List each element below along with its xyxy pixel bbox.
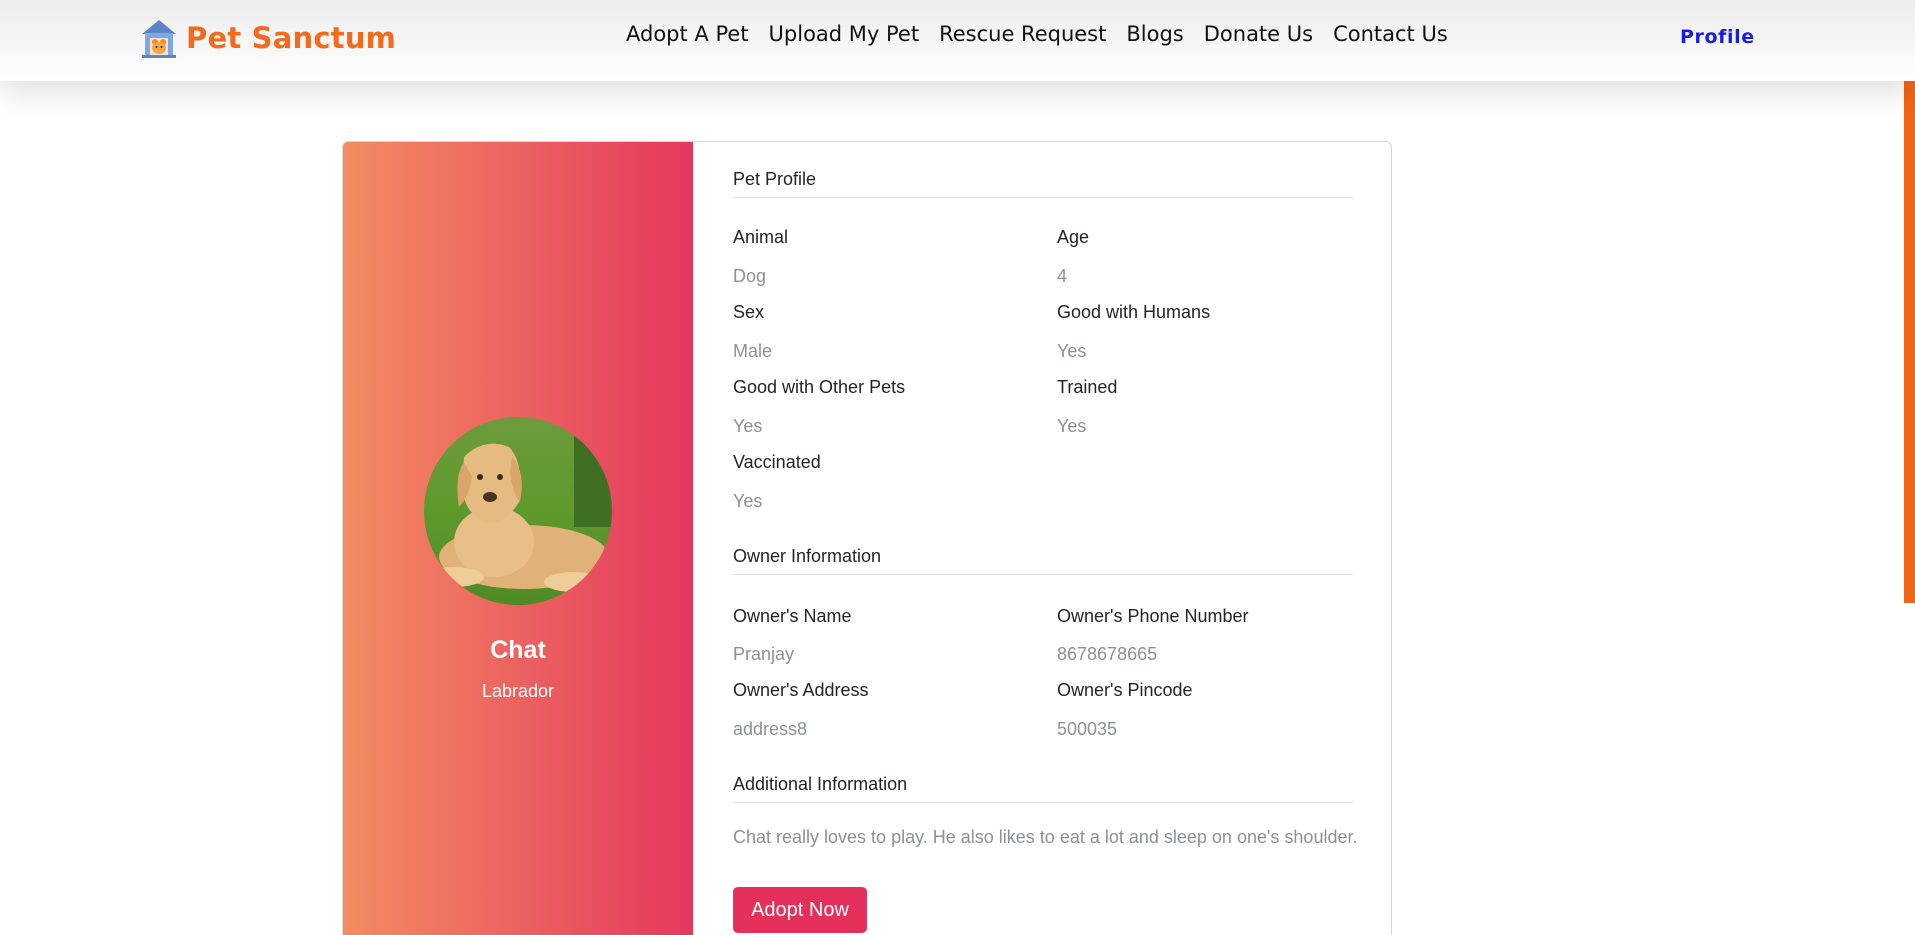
age-label: Age: [1057, 227, 1090, 247]
owner-information-heading: Owner Information: [733, 546, 1353, 575]
trained-label: Trained: [1057, 377, 1118, 397]
owner-pincode-label: Owner's Pincode: [1057, 680, 1193, 700]
owner-address-value: address8: [733, 719, 808, 739]
navbar: Pet Sanctum Adopt A Pet Upload My Pet Re…: [0, 0, 1915, 81]
additional-information-text: Chat really loves to play. He also likes…: [733, 827, 1358, 847]
owner-name-value: Pranjay: [733, 644, 795, 664]
pet-profile-heading: Pet Profile: [733, 169, 1353, 198]
owner-address-label: Owner's Address: [733, 680, 869, 700]
owner-phone-value: 8678678665: [1057, 644, 1158, 664]
good-with-other-pets-label: Good with Other Pets: [733, 377, 906, 397]
pet-name: Chat: [490, 636, 546, 664]
pet-profile-card: Chat Labrador Pet Profile Animal Dog Age…: [342, 141, 1392, 935]
good-with-humans-label: Good with Humans: [1057, 302, 1211, 322]
vaccinated-value: Yes: [733, 491, 763, 511]
pet-house-logo-icon: [142, 20, 176, 58]
owner-pincode-value: 500035: [1057, 719, 1118, 739]
pet-breed: Labrador: [481, 681, 555, 701]
good-with-other-pets-value: Yes: [733, 416, 763, 436]
nav-adopt-a-pet[interactable]: Adopt A Pet: [626, 22, 749, 46]
brand-name: Pet Sanctum: [186, 21, 397, 55]
nav-donate-us[interactable]: Donate Us: [1204, 22, 1313, 46]
nav-links: Adopt A Pet Upload My Pet Rescue Request…: [626, 22, 1468, 46]
nav-upload-my-pet[interactable]: Upload My Pet: [769, 22, 920, 46]
sex-value: Male: [733, 341, 773, 361]
pet-avatar: [424, 417, 612, 605]
good-with-humans-value: Yes: [1057, 341, 1087, 361]
nav-rescue-request[interactable]: Rescue Request: [939, 22, 1106, 46]
additional-information-heading: Additional Information: [733, 774, 1353, 803]
dog-photo: [424, 417, 612, 605]
trained-value: Yes: [1057, 416, 1087, 436]
animal-value: Dog: [733, 266, 767, 286]
brand-link[interactable]: Pet Sanctum: [140, 18, 396, 58]
age-value: 4: [1057, 266, 1068, 286]
owner-name-label: Owner's Name: [733, 606, 852, 626]
owner-phone-label: Owner's Phone Number: [1057, 606, 1249, 626]
sex-label: Sex: [733, 302, 765, 322]
animal-label: Animal: [733, 227, 789, 247]
nav-contact-us[interactable]: Contact Us: [1333, 22, 1448, 46]
pet-summary-panel: Chat Labrador: [343, 142, 693, 935]
adopt-now-button[interactable]: Adopt Now: [733, 887, 867, 933]
vaccinated-label: Vaccinated: [733, 452, 821, 472]
scrollbar-thumb[interactable]: [1904, 0, 1915, 603]
nav-profile-link[interactable]: Profile: [1680, 26, 1755, 48]
nav-blogs[interactable]: Blogs: [1126, 22, 1183, 46]
pet-details-panel: Pet Profile Animal Dog Age 4 Sex Male Go…: [733, 142, 1357, 935]
